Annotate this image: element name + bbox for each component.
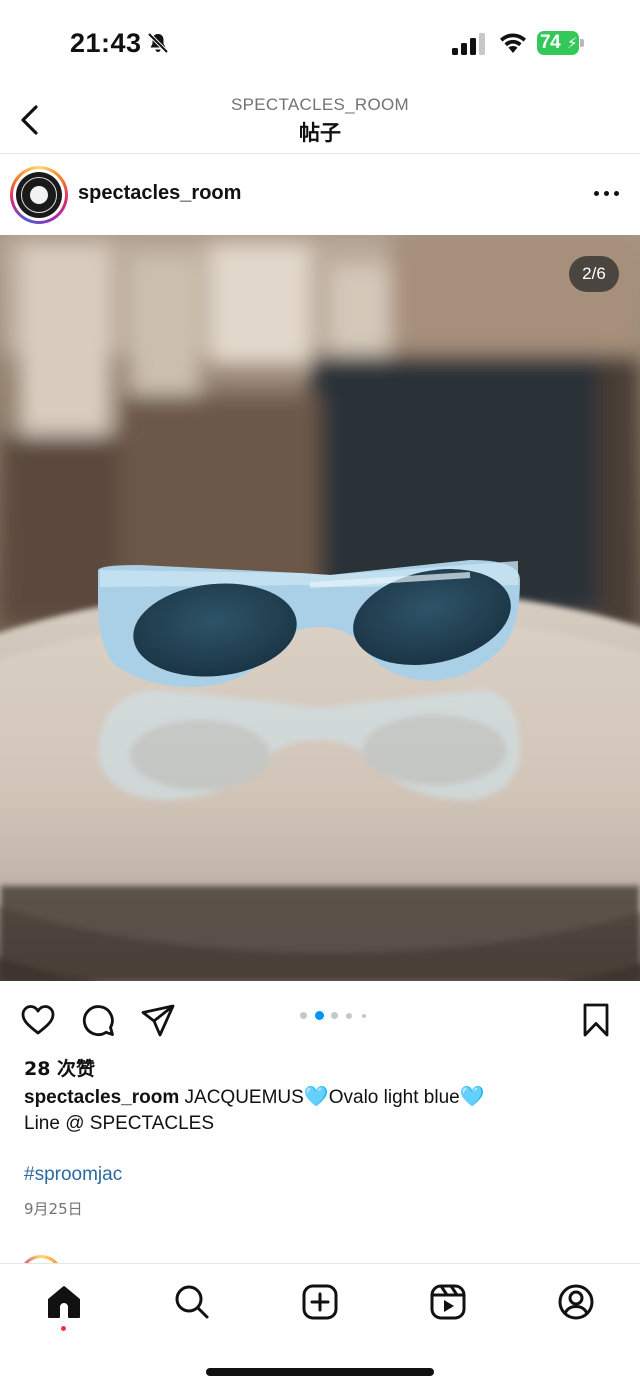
more-options-icon[interactable]: [592, 183, 622, 203]
carousel-counter: 2/6: [569, 256, 619, 292]
post-caption: spectacles_room JACQUEMUS🩵Ovalo light bl…: [24, 1084, 624, 1137]
post-date: 9月25日: [24, 1200, 83, 1218]
battery-charging-icon: 74 ⚡: [537, 31, 584, 55]
wifi-icon: [500, 33, 526, 53]
create-icon[interactable]: [300, 1282, 340, 1322]
hashtag-link[interactable]: #sproomjac: [24, 1164, 122, 1186]
notification-dot: [61, 1326, 66, 1331]
caption-username[interactable]: spectacles_room: [24, 1087, 179, 1108]
caption-text-2: Ovalo light blue: [328, 1087, 460, 1108]
battery-percent: 74: [540, 32, 561, 53]
bookmark-icon[interactable]: [578, 1002, 614, 1038]
carousel-dots: [300, 1011, 370, 1021]
profile-icon[interactable]: [556, 1282, 596, 1322]
caption-text: JACQUEMUS: [179, 1087, 304, 1108]
status-bar: 21:43 74 ⚡: [0, 0, 640, 88]
heart-icon[interactable]: [20, 1002, 56, 1038]
likes-count[interactable]: 28 次赞: [24, 1054, 95, 1081]
comment-icon[interactable]: [80, 1002, 116, 1038]
bell-slash-icon: [147, 32, 169, 54]
page-title: 帖子: [299, 121, 341, 145]
light-blue-heart-icon: 🩵: [303, 1086, 329, 1108]
header-subtitle: SPECTACLES_ROOM: [230, 95, 409, 114]
sunglasses-photo: [0, 235, 640, 981]
light-blue-heart-icon-2: 🩵: [459, 1086, 485, 1108]
home-indicator: [206, 1368, 434, 1376]
story-ring[interactable]: [10, 166, 68, 224]
post-image[interactable]: [0, 235, 640, 981]
post-header: spectacles_room: [0, 155, 640, 235]
search-icon[interactable]: [172, 1282, 212, 1322]
status-time: 21:43: [70, 28, 142, 58]
home-icon[interactable]: [44, 1282, 84, 1322]
reels-icon[interactable]: [428, 1282, 468, 1322]
post-actions: [0, 981, 640, 1053]
share-icon[interactable]: [140, 1002, 176, 1038]
signal-icon: [452, 33, 485, 55]
caption-line-2: Line @ SPECTACLES: [24, 1113, 215, 1134]
nav-header: SPECTACLES_ROOM 帖子: [0, 88, 640, 154]
avatar[interactable]: [16, 172, 62, 218]
tab-bar: [0, 1263, 640, 1387]
post-username[interactable]: spectacles_room: [78, 182, 241, 205]
